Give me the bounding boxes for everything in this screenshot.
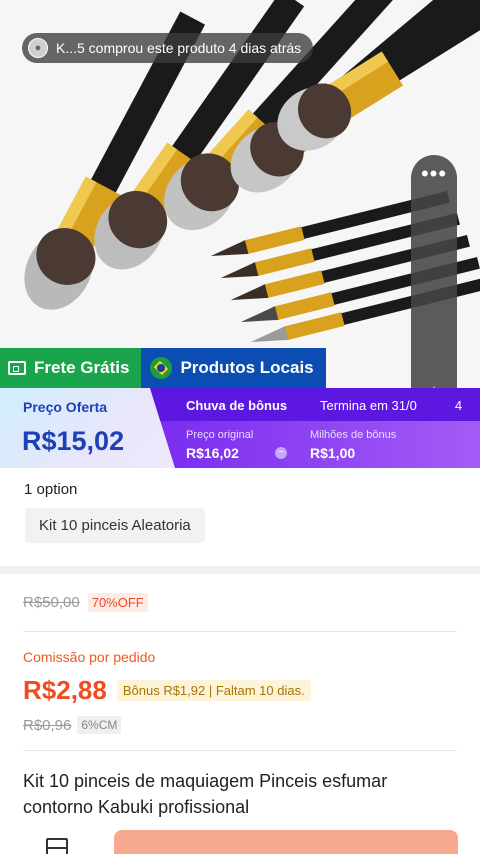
original-price-label: Preço original (186, 429, 254, 441)
commission-original-row: R$0,96 6%CM (23, 716, 122, 734)
bonus-title: Chuva de bônus (186, 398, 288, 413)
buyer-avatar: ● (28, 38, 48, 58)
local-products-label: Produtos Locais (180, 358, 314, 377)
free-shipping-label: Frete Grátis (34, 358, 130, 377)
free-shipping-badge: Frete Grátis (0, 348, 142, 388)
minus-icon: − (275, 447, 287, 459)
offer-price-value: R$15,02 (22, 426, 125, 456)
commission-bonus-tag: Bônus R$1,92 | Faltam 10 dias. (116, 680, 311, 701)
offer-price-label: Preço Oferta (23, 399, 108, 415)
product-badges: Frete Grátis Produtos Locais (0, 348, 326, 388)
product-image[interactable]: ● K...5 comprou este produto 4 dias atrá… (0, 0, 480, 390)
commission-rate-tag: 6%CM (77, 716, 122, 734)
option-chip[interactable]: Kit 10 pinceis Aleatoria (25, 508, 205, 543)
floating-action-menu: ••• ♪ (411, 155, 457, 390)
store-icon[interactable] (46, 838, 68, 854)
commission-row: R$2,88 Bônus R$1,92 | Faltam 10 dias. (23, 675, 311, 706)
bonus-end-time: Termina em 31/0 4 (320, 398, 463, 413)
shipping-ticket-icon (8, 361, 26, 375)
local-products-badge: Produtos Locais (141, 348, 326, 388)
commission-original: R$0,96 (23, 716, 72, 734)
primary-action-button[interactable] (114, 830, 458, 854)
bonus-amount-value: R$1,00 (310, 445, 356, 461)
original-price-row: R$50,00 70%OFF (23, 593, 148, 612)
original-price-value: R$16,02 (186, 445, 239, 461)
list-price: R$50,00 (23, 594, 80, 611)
divider (23, 750, 457, 751)
section-separator (0, 566, 480, 574)
price-banner: Preço Oferta R$15,02 Chuva de bônus Term… (0, 388, 480, 468)
recent-purchase-text: K...5 comprou este produto 4 dias atrás (56, 40, 302, 56)
discount-tag: 70%OFF (87, 593, 148, 612)
product-options: 1 option Kit 10 pinceis Aleatoria (0, 468, 480, 566)
bonus-panel: Chuva de bônus Termina em 31/0 4 Preço or… (150, 388, 480, 468)
product-title: Kit 10 pinceis de maquiagem Pinceis esfu… (23, 771, 388, 817)
divider (23, 631, 457, 632)
more-dots-icon[interactable]: ••• (421, 163, 447, 185)
offer-price-panel: Preço Oferta R$15,02 (0, 388, 175, 468)
commission-label: Comissão por pedido (23, 649, 156, 665)
bonus-amount-label: Milhões de bônus (310, 429, 397, 441)
recent-purchase-toast: ● K...5 comprou este produto 4 dias atrá… (22, 33, 314, 63)
brazil-flag-icon (150, 357, 173, 379)
commission-value: R$2,88 (23, 675, 107, 705)
option-count: 1 option (24, 481, 78, 498)
